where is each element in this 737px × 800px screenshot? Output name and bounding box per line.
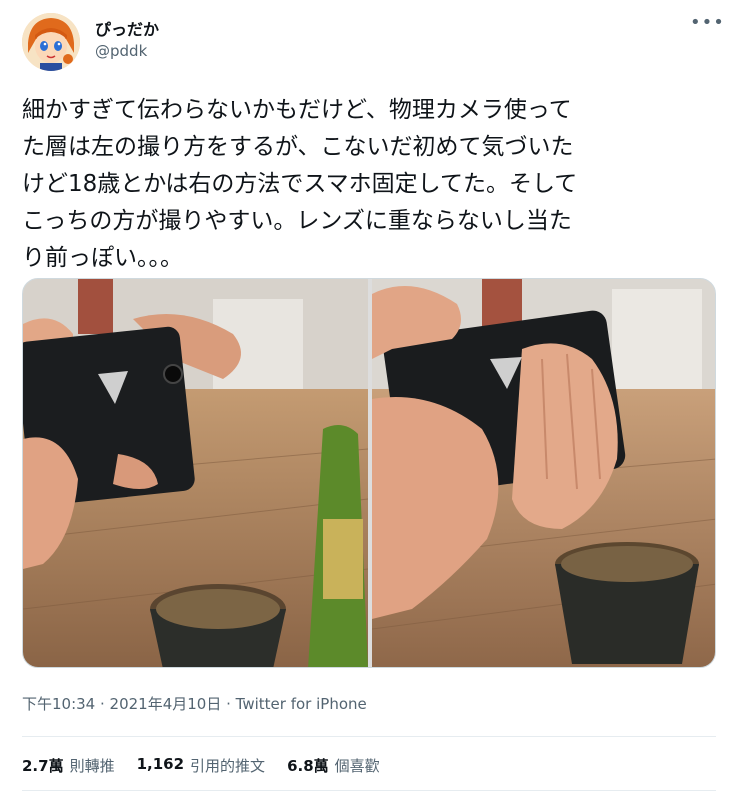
quote-count[interactable]: 1,162 引用的推文 [137, 755, 265, 776]
meta-separator: · [95, 695, 110, 713]
anime-avatar-icon [22, 13, 80, 71]
meta-separator: · [221, 695, 236, 713]
tweet-time[interactable]: 下午10:34 [22, 695, 95, 713]
user-handle[interactable]: @pddk [95, 42, 147, 60]
photo-phone-grip-right-icon [372, 279, 715, 667]
like-count-value: 6.8萬 [287, 757, 329, 775]
retweet-count[interactable]: 2.7萬 則轉推 [22, 755, 115, 776]
tweet-meta: 下午10:34 · 2021年4月10日 · Twitter for iPhon… [22, 693, 367, 714]
tweet-stats: 2.7萬 則轉推 1,162 引用的推文 6.8萬 個喜歡 [22, 755, 402, 776]
quote-count-value: 1,162 [136, 755, 185, 773]
divider [22, 736, 716, 737]
more-options-icon[interactable]: ••• [690, 14, 724, 36]
tweet-text: 細かすぎて伝わらないかもだけど、物理カメラ使って た層は左の撮り方をするが、こな… [22, 97, 578, 271]
tweet-card: ぴっだか @pddk ••• 細かすぎて伝わらないかもだけど、物理カメラ使って … [0, 0, 737, 800]
like-count-label: 個喜歡 [334, 757, 380, 775]
quote-count-label: 引用的推文 [190, 757, 266, 775]
tweet-date[interactable]: 2021年4月10日 [110, 695, 222, 713]
photo-right[interactable] [372, 279, 715, 667]
tweet-media [22, 278, 716, 668]
avatar[interactable] [22, 13, 80, 71]
divider [22, 790, 716, 791]
tweet-source[interactable]: Twitter for iPhone [236, 695, 367, 713]
retweet-count-label: 則轉推 [69, 757, 115, 775]
like-count[interactable]: 6.8萬 個喜歡 [287, 755, 380, 776]
display-name[interactable]: ぴっだか [95, 16, 159, 40]
photo-phone-grip-left-icon [23, 279, 368, 667]
retweet-count-value: 2.7萬 [22, 757, 64, 775]
photo-left[interactable] [23, 279, 368, 667]
